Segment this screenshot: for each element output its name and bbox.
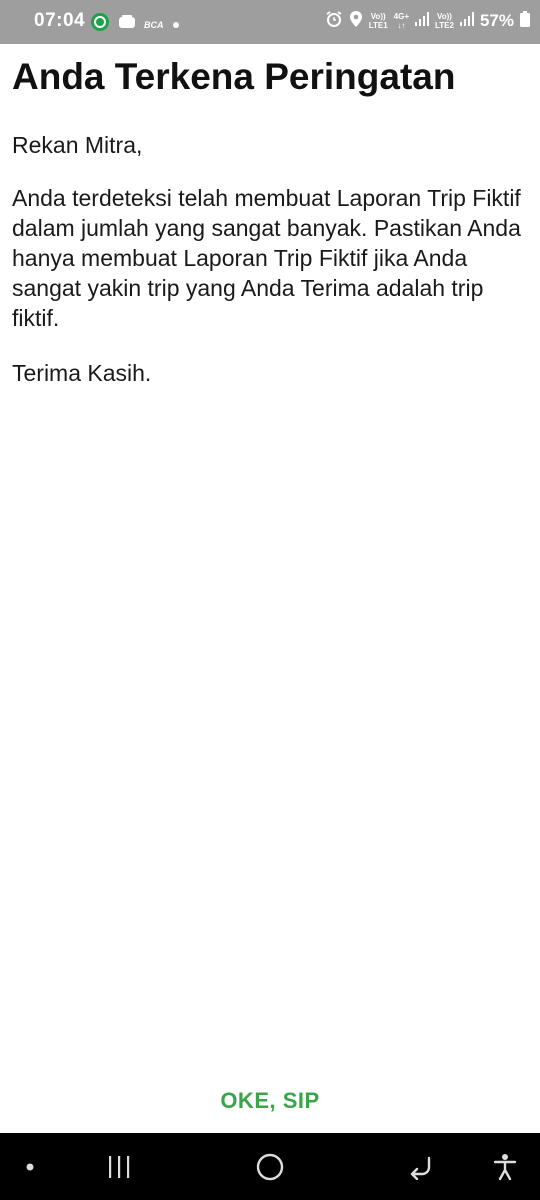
circle-app-icon (90, 12, 110, 37)
battery-icon (520, 11, 530, 30)
ok-button[interactable]: OKE, SIP (0, 1080, 540, 1122)
home-icon[interactable] (245, 1133, 295, 1200)
closing-text: Terima Kasih. (12, 360, 152, 386)
status-time: 07:04 (34, 10, 86, 31)
recent-apps-icon[interactable] (94, 1133, 144, 1200)
signal1-icon (415, 12, 429, 29)
alarm-icon (325, 10, 343, 31)
battery-percent: 57% (479, 10, 514, 30)
system-icons: Vo)) LTE1 4G+ ↓↑ Vo)) LTE2 57% (325, 10, 530, 31)
greeting-text: Rekan Mitra, (12, 132, 143, 158)
page-title: Anda Terkena Peringatan (12, 56, 456, 97)
navigation-bar (0, 1133, 540, 1200)
sim1-indicator: Vo)) LTE1 (368, 11, 388, 30)
wallet-icon (118, 14, 136, 35)
location-icon (349, 10, 363, 31)
dot-icon (172, 16, 180, 34)
warning-message: Anda terdeteksi telah membuat Laporan Tr… (12, 185, 521, 331)
data-indicator: 4G+ ↓↑ (393, 11, 409, 30)
back-icon[interactable] (396, 1133, 446, 1200)
bca-icon: BCA (144, 19, 164, 30)
dot-icon[interactable] (10, 1133, 50, 1200)
sim2-indicator: Vo)) LTE2 (435, 11, 454, 30)
accessibility-icon[interactable] (480, 1133, 530, 1200)
status-bar: 07:04 BCA Vo)) LTE1 4G+ ↓↑ Vo)) LTE2 57% (0, 0, 540, 44)
signal2-icon (459, 12, 474, 29)
notification-icons: BCA (90, 12, 180, 37)
